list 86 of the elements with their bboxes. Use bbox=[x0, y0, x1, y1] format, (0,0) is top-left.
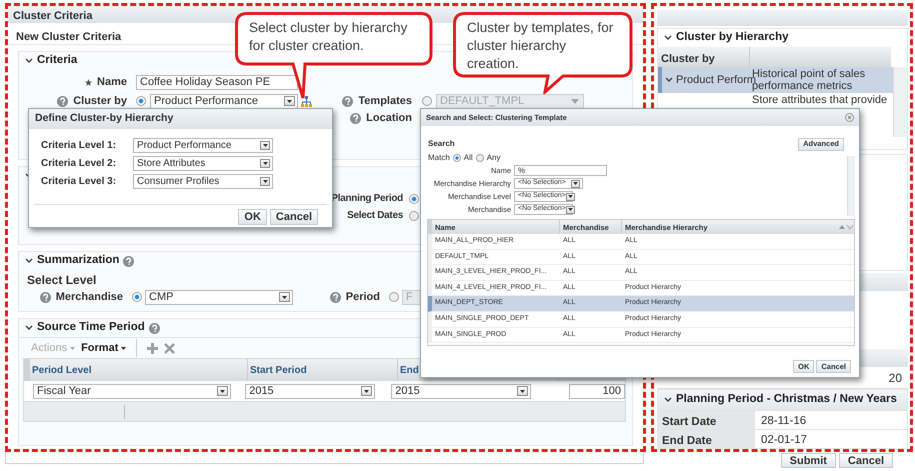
dropdown[interactable]: Store Attributes bbox=[133, 156, 273, 170]
option-label: Select Dates bbox=[347, 209, 403, 223]
help-icon bbox=[350, 112, 362, 124]
vertical-scrollbar[interactable] bbox=[847, 156, 855, 216]
footer-button[interactable]: Submit bbox=[780, 453, 836, 468]
field-label: End Date bbox=[658, 430, 755, 448]
help-icon bbox=[342, 96, 354, 106]
dropdown-caret-icon bbox=[517, 386, 528, 396]
dropdown-caret-icon bbox=[279, 292, 290, 302]
input-field[interactable]: % bbox=[514, 165, 607, 176]
dialog-button[interactable]: OK bbox=[238, 209, 267, 225]
dropdown-caret-icon bbox=[566, 206, 575, 214]
dropdown-caret-icon bbox=[571, 180, 580, 188]
field-label: Criteria Level 1: bbox=[41, 138, 118, 152]
radio-button[interactable] bbox=[409, 194, 419, 204]
dropdown[interactable]: Product Performance bbox=[133, 138, 273, 152]
chevron-icon[interactable] bbox=[664, 397, 672, 403]
chevron-icon[interactable] bbox=[25, 325, 33, 331]
field-label: Criteria Level 2: bbox=[41, 156, 118, 170]
dropdown[interactable]: Fiscal Year bbox=[33, 384, 231, 398]
subsection-title: Select Level bbox=[27, 273, 96, 287]
field-label: Start Date bbox=[658, 411, 755, 429]
field-label: Merchandise bbox=[56, 290, 123, 305]
option-label: Any bbox=[486, 152, 500, 164]
add-icon[interactable] bbox=[147, 342, 158, 354]
dropdown[interactable]: 2015 bbox=[245, 384, 376, 398]
dropdown-caret-icon bbox=[260, 140, 270, 150]
field-value: 28-11-16 bbox=[760, 414, 808, 429]
option-label: All bbox=[464, 152, 473, 164]
dropdown-caret-icon bbox=[260, 158, 270, 168]
help-icon bbox=[123, 256, 134, 266]
field-label: Location bbox=[366, 110, 412, 126]
section-header: Planning Period - Christmas / New Years bbox=[676, 392, 897, 408]
chevron-icon[interactable] bbox=[665, 77, 673, 83]
name-field[interactable]: Coffee Holiday Season PE bbox=[136, 74, 298, 90]
help-icon bbox=[40, 292, 51, 302]
hierarchy-icon[interactable] bbox=[301, 96, 312, 106]
dropdown[interactable]: 2015 bbox=[391, 384, 532, 398]
field-label: Match bbox=[428, 152, 450, 164]
column-header: Period Level bbox=[30, 359, 248, 381]
dropdown-caret-icon bbox=[361, 386, 372, 396]
chevron-icon[interactable] bbox=[25, 258, 33, 264]
radio-button[interactable] bbox=[409, 210, 419, 220]
footer-button[interactable]: Cancel bbox=[838, 453, 893, 468]
radio-button[interactable] bbox=[136, 96, 146, 106]
help-icon bbox=[148, 322, 160, 334]
dropdown[interactable]: Product Performance bbox=[150, 94, 298, 108]
field-value: 02-01-17 bbox=[760, 433, 808, 448]
radio-button[interactable] bbox=[452, 154, 461, 162]
radio-button[interactable] bbox=[476, 154, 484, 162]
dropdown-caret-icon bbox=[217, 386, 228, 396]
section-header: Summarization bbox=[37, 253, 120, 268]
menu-button[interactable]: Format bbox=[81, 340, 126, 356]
field-label: Templates bbox=[358, 94, 412, 109]
radio-button[interactable] bbox=[132, 292, 142, 302]
dropdown-caret-icon bbox=[284, 96, 295, 106]
help-icon bbox=[330, 292, 341, 302]
dropdown-caret-icon bbox=[571, 98, 579, 104]
field-label: Name bbox=[97, 74, 127, 90]
field-label: Cluster by bbox=[73, 94, 127, 109]
caret-icon bbox=[121, 346, 126, 350]
field-label: Period bbox=[346, 290, 380, 305]
value-text: 20 bbox=[888, 370, 902, 386]
tree-row[interactable]: Product PerformHistorical point of sales performance metrics bbox=[658, 67, 893, 93]
search-heading: Search bbox=[428, 138, 455, 150]
chevron-icon[interactable] bbox=[25, 58, 33, 64]
dialog-title: Define Cluster-by Hierarchy bbox=[29, 109, 332, 129]
vertical-scrollbar[interactable] bbox=[893, 67, 907, 137]
column-header: Start Period bbox=[248, 359, 398, 381]
section-header: Cluster by Hierarchy bbox=[676, 30, 788, 46]
radio-button[interactable] bbox=[389, 292, 399, 302]
delete-icon[interactable] bbox=[164, 342, 176, 354]
description-text: Store attributes that provide bbox=[751, 93, 888, 108]
field-label: Criteria Level 3: bbox=[41, 174, 118, 188]
dropdown-caret-icon bbox=[260, 176, 270, 186]
section-header: Criteria bbox=[37, 53, 78, 68]
section-header: Source Time Period bbox=[37, 320, 145, 336]
dropdown[interactable]: Consumer Profiles bbox=[133, 174, 273, 188]
chevron-icon[interactable] bbox=[664, 35, 672, 41]
dropdown[interactable]: CMP bbox=[145, 290, 293, 304]
dialog-button[interactable]: Cancel bbox=[270, 209, 318, 225]
close-icon[interactable] bbox=[845, 113, 854, 122]
caret-icon bbox=[70, 346, 76, 350]
sort-icon[interactable] bbox=[838, 224, 854, 230]
number-field[interactable]: 100 bbox=[569, 384, 625, 398]
dropdown-caret-icon bbox=[566, 192, 575, 200]
